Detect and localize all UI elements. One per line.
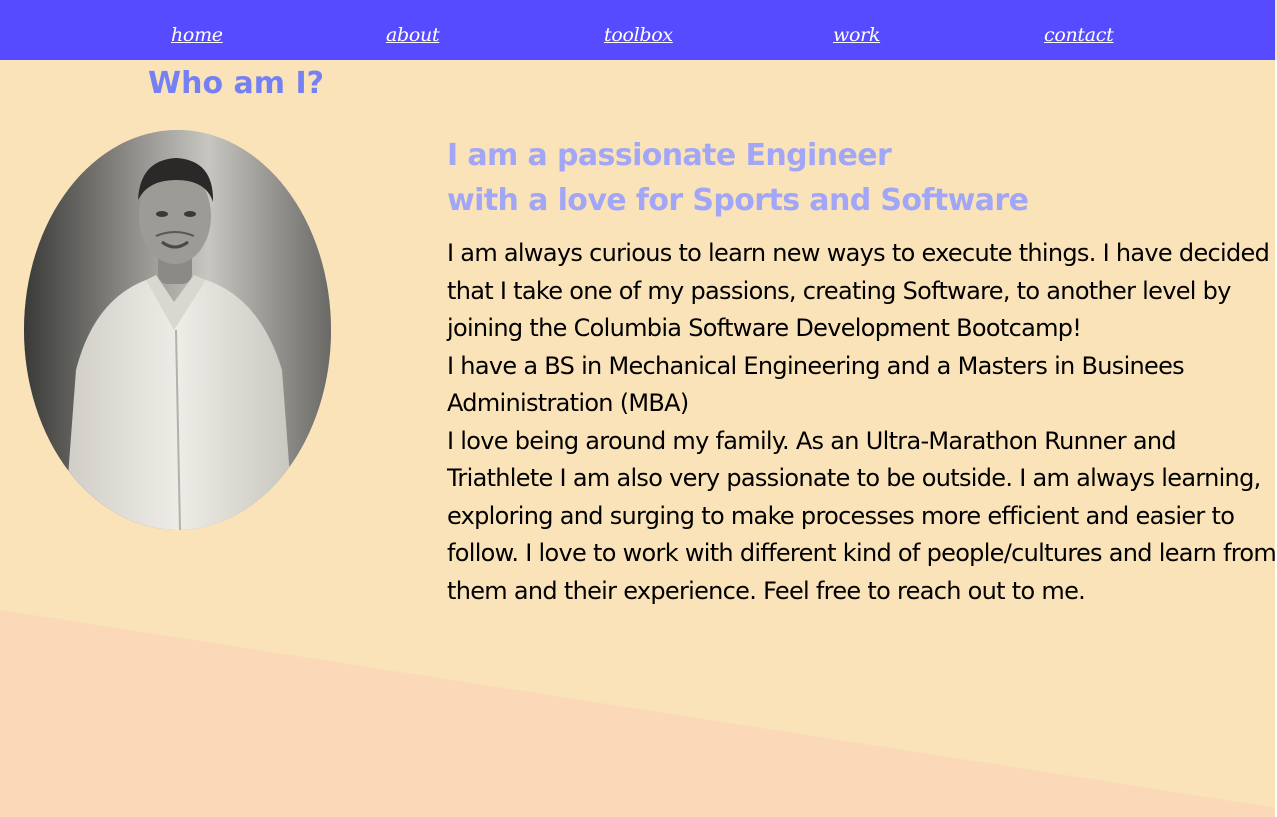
bio-paragraph-3: I love being around my family. As an Ult… — [447, 426, 1277, 605]
headline-line-1: I am a passionate Engineer — [447, 138, 892, 173]
nav-link-toolbox[interactable]: toolbox — [604, 24, 673, 46]
headline-line-2: with a love for Sports and Software — [447, 183, 1029, 218]
nav-link-contact[interactable]: contact — [1044, 24, 1114, 46]
nav-link-home[interactable]: home — [171, 24, 223, 46]
headline: I am a passionate Engineer with a love f… — [447, 133, 1029, 223]
bio-paragraph-2: I have a BS in Mechanical Engineering an… — [447, 351, 1185, 418]
bio-paragraph-1: I am always curious to learn new ways to… — [447, 239, 1270, 342]
nav-link-about[interactable]: about — [386, 24, 440, 46]
profile-photo — [24, 130, 331, 530]
top-navbar: home about toolbox work contact — [0, 0, 1275, 60]
nav-link-work[interactable]: work — [833, 24, 880, 46]
bio-text: I am always curious to learn new ways to… — [447, 235, 1277, 610]
section-title: Who am I? — [148, 66, 325, 101]
page: home about toolbox work contact Who am I… — [0, 0, 1277, 817]
